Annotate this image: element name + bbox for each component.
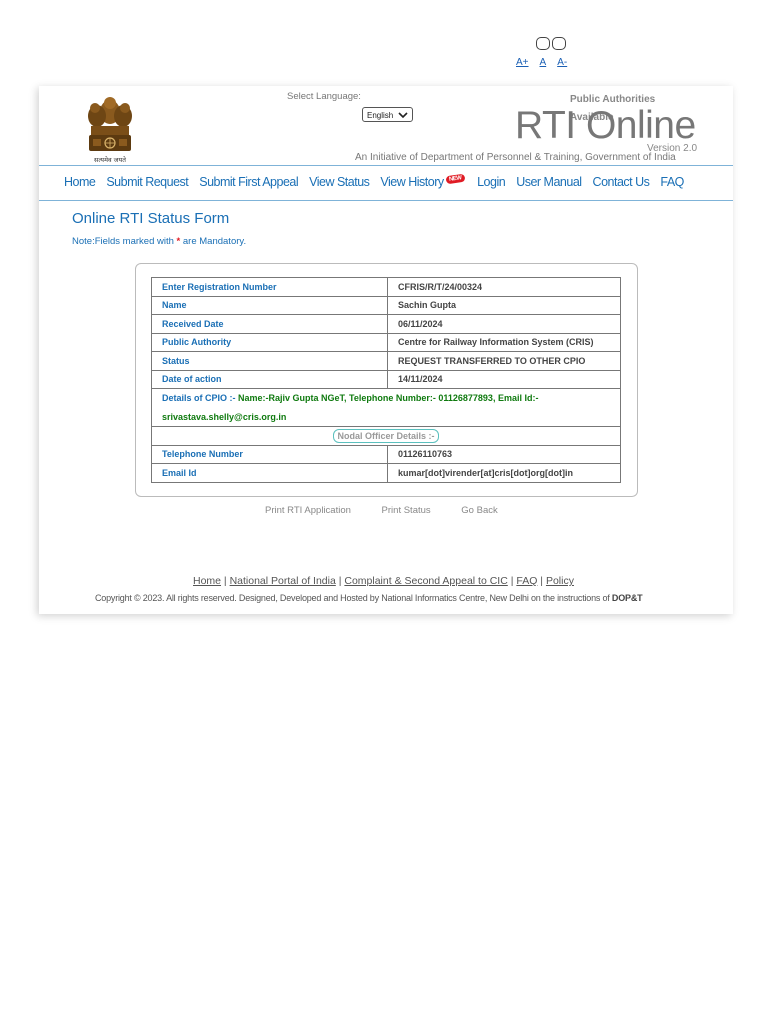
- table-row: Enter Registration Number CFRIS/R/T/24/0…: [151, 277, 621, 297]
- footer-national-portal-link[interactable]: National Portal of India: [230, 575, 336, 587]
- footer-faq-link[interactable]: FAQ: [516, 575, 537, 587]
- print-status-button[interactable]: Print Status: [382, 505, 431, 516]
- action-links: Print RTI Application Print Status Go Ba…: [265, 505, 526, 516]
- cpio-details: Details of CPIO :- Name:-Rajiv Gupta NGe…: [151, 388, 621, 427]
- nav-home[interactable]: Home: [64, 175, 96, 189]
- telephone-value: 01126110763: [387, 444, 621, 464]
- registration-label: Enter Registration Number: [151, 277, 388, 297]
- dopt-label: DOP&T: [611, 593, 643, 603]
- footer-policy-link[interactable]: Policy: [546, 575, 574, 587]
- nav-user-manual[interactable]: User Manual: [516, 175, 582, 189]
- new-badge: NEW: [445, 173, 465, 185]
- font-normal-link[interactable]: A: [540, 57, 547, 68]
- nodal-header-cell: Nodal Officer Details :-: [151, 426, 621, 446]
- main-navigation: Home Submit Request Submit First Appeal …: [64, 173, 692, 189]
- table-row: Name Sachin Gupta: [151, 295, 621, 315]
- chevron-down-icon: [398, 112, 408, 119]
- print-application-button[interactable]: Print RTI Application: [265, 505, 351, 516]
- footer-links: Home | National Portal of India | Compla…: [193, 575, 574, 587]
- nav-divider-bottom: [39, 200, 733, 201]
- public-authority-value: Centre for Railway Information System (C…: [387, 332, 621, 352]
- mandatory-note: Note:Fields marked with * are Mandatory.: [72, 236, 246, 247]
- initiative-text: An Initiative of Department of Personnel…: [355, 152, 676, 163]
- registration-value: CFRIS/R/T/24/00324: [387, 277, 621, 297]
- footer-home-link[interactable]: Home: [193, 575, 221, 587]
- nav-faq[interactable]: FAQ: [660, 175, 684, 189]
- table-row: Email Id kumar[dot]virender[at]cris[dot]…: [151, 463, 621, 483]
- cpio-line1: Name:-Rajiv Gupta NGeT, Telephone Number…: [238, 393, 539, 403]
- emblem-motto: सत्यमेव जयते: [94, 156, 126, 164]
- cpio-label: Details of CPIO :-: [162, 393, 239, 403]
- nav-divider-top: [39, 165, 733, 166]
- table-row: Telephone Number 01126110763: [151, 444, 621, 464]
- font-increase-link[interactable]: A+: [516, 57, 529, 68]
- language-selected-value: English: [367, 111, 394, 120]
- font-decrease-link[interactable]: A-: [557, 57, 567, 68]
- email-label: Email Id: [151, 463, 388, 483]
- table-row: Status REQUEST TRANSFERRED TO OTHER CPIO: [151, 351, 621, 371]
- nav-contact-us[interactable]: Contact Us: [593, 175, 650, 189]
- status-table: Enter Registration Number CFRIS/R/T/24/0…: [151, 277, 621, 483]
- footer-complaint-link[interactable]: Complaint & Second Appeal to CIC: [344, 575, 507, 587]
- copyright-body: Copyright © 2023. All rights reserved. D…: [95, 593, 612, 603]
- contrast-toggle-light[interactable]: [552, 37, 566, 50]
- toggle-group: [536, 37, 568, 55]
- status-value: REQUEST TRANSFERRED TO OTHER CPIO: [387, 351, 621, 371]
- note-prefix: Note:Fields marked with: [72, 236, 177, 247]
- email-value: kumar[dot]virender[at]cris[dot]org[dot]i…: [387, 463, 621, 483]
- note-suffix: are Mandatory.: [180, 236, 247, 247]
- received-date-label: Received Date: [151, 314, 388, 334]
- status-panel: Enter Registration Number CFRIS/R/T/24/0…: [135, 263, 638, 497]
- telephone-label: Telephone Number: [151, 444, 388, 464]
- language-select[interactable]: English: [362, 107, 413, 122]
- status-label: Status: [151, 351, 388, 371]
- table-row: Details of CPIO :- Name:-Rajiv Gupta NGe…: [151, 388, 621, 427]
- nav-submit-first-appeal[interactable]: Submit First Appeal: [199, 175, 298, 189]
- go-back-button[interactable]: Go Back: [461, 505, 497, 516]
- table-row: Nodal Officer Details :-: [151, 426, 621, 446]
- name-label: Name: [151, 295, 388, 315]
- font-size-controls: A+ A A-: [516, 57, 578, 68]
- copyright-text: Copyright © 2023. All rights reserved. D…: [95, 593, 643, 603]
- received-date-value: 06/11/2024: [387, 314, 621, 334]
- page-container: सत्यमेव जयते Select Language: English Pu…: [39, 86, 733, 614]
- contrast-toggle-dark[interactable]: [536, 37, 550, 50]
- nodal-officer-header: Nodal Officer Details :-: [333, 428, 439, 443]
- nav-login[interactable]: Login: [477, 175, 506, 189]
- public-authority-label: Public Authority: [151, 332, 388, 352]
- date-of-action-label: Date of action: [151, 369, 388, 389]
- table-row: Date of action 14/11/2024: [151, 369, 621, 389]
- nav-view-history[interactable]: View History: [380, 175, 444, 189]
- date-of-action-value: 14/11/2024: [387, 369, 621, 389]
- name-value: Sachin Gupta: [387, 295, 621, 315]
- national-emblem-icon: सत्यमेव जयते: [88, 97, 132, 164]
- cpio-line2: srivastava.shelly@cris.org.in: [162, 411, 287, 422]
- footer-separator: |: [537, 575, 546, 587]
- table-row: Received Date 06/11/2024: [151, 314, 621, 334]
- nav-submit-request[interactable]: Submit Request: [106, 175, 188, 189]
- table-row: Public Authority Centre for Railway Info…: [151, 332, 621, 352]
- nav-view-status[interactable]: View Status: [309, 175, 370, 189]
- footer-separator: |: [221, 575, 230, 587]
- select-language-label: Select Language:: [287, 91, 361, 102]
- page-title: Online RTI Status Form: [72, 210, 230, 227]
